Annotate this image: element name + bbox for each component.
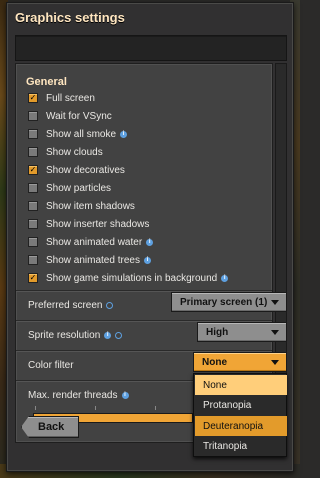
checkbox-icon[interactable] <box>28 183 38 193</box>
option-label: Show game simulations in background <box>46 272 218 284</box>
color-filter-label: Color filter <box>28 360 74 371</box>
option-show-clouds[interactable]: Show clouds <box>28 144 103 160</box>
checkbox-icon[interactable] <box>28 255 38 265</box>
chevron-down-icon <box>271 300 279 305</box>
back-button[interactable]: Back <box>21 416 79 438</box>
option-show-animated-water[interactable]: Show animated water i <box>28 234 154 250</box>
sprite-resolution-dropdown[interactable]: High <box>197 322 287 342</box>
checkbox-checked-icon[interactable]: ✓ <box>28 273 38 283</box>
option-label: Show particles <box>46 182 112 194</box>
sprite-resolution-label: Sprite resolution i <box>28 330 123 341</box>
gear-icon <box>115 332 123 339</box>
info-icon[interactable]: i <box>120 130 128 138</box>
option-show-particles[interactable]: Show particles <box>28 180 111 196</box>
render-threads-text: Max. render threads <box>28 390 118 401</box>
info-icon[interactable]: i <box>146 238 154 246</box>
option-show-decoratives[interactable]: ✓ Show decoratives <box>28 162 125 178</box>
checkbox-icon[interactable] <box>28 129 38 139</box>
color-filter-option-deuteranopia[interactable]: Deuteranopia <box>195 416 287 436</box>
option-show-game-simulations[interactable]: ✓ Show game simulations in background i <box>28 270 229 286</box>
option-label: Wait for VSync <box>46 110 112 122</box>
option-full-screen[interactable]: ✓ Full screen <box>28 90 95 106</box>
info-icon[interactable]: i <box>143 256 151 264</box>
color-filter-option-protanopia[interactable]: Protanopia <box>195 395 287 415</box>
option-label: Full screen <box>46 92 95 104</box>
gear-icon <box>106 302 114 309</box>
sprite-resolution-text: Sprite resolution <box>28 330 101 341</box>
color-filter-option-none[interactable]: None <box>195 375 287 395</box>
checkbox-icon[interactable] <box>28 219 38 229</box>
color-filter-dropdown[interactable]: None <box>193 352 287 372</box>
color-filter-option-tritanopia[interactable]: Tritanopia <box>195 436 287 456</box>
checkbox-icon[interactable] <box>28 147 38 157</box>
option-show-item-shadows[interactable]: Show item shadows <box>28 198 135 214</box>
checkbox-icon[interactable] <box>28 237 38 247</box>
option-label: Show inserter shadows <box>46 218 150 230</box>
window-top-bar <box>15 35 287 61</box>
option-label: Show clouds <box>46 146 103 158</box>
option-show-inserter-shadows[interactable]: Show inserter shadows <box>28 216 149 232</box>
preferred-screen-value: Primary screen (1) <box>180 296 268 308</box>
checkbox-icon[interactable] <box>28 201 38 211</box>
info-icon[interactable]: i <box>104 332 112 339</box>
checkbox-checked-icon[interactable]: ✓ <box>28 165 38 175</box>
checkbox-checked-icon[interactable]: ✓ <box>28 93 38 103</box>
option-label: Show animated water <box>46 236 143 248</box>
graphics-settings-window: Graphics settings General ✓ Full screen … <box>6 2 294 472</box>
section-title-general: General <box>26 76 67 88</box>
option-label: Show item shadows <box>46 200 135 212</box>
chevron-down-icon <box>271 360 279 365</box>
preferred-screen-label: Preferred screen <box>28 300 114 311</box>
option-show-all-smoke[interactable]: Show all smoke i <box>28 126 128 142</box>
preferred-screen-dropdown[interactable]: Primary screen (1) <box>171 292 287 312</box>
option-label: Show decoratives <box>46 164 125 176</box>
render-threads-label: Max. render threads i <box>28 390 129 401</box>
sprite-resolution-value: High <box>206 326 229 338</box>
window-title: Graphics settings <box>15 10 125 25</box>
option-wait-for-vsync[interactable]: Wait for VSync <box>28 108 112 124</box>
option-label: Show animated trees <box>46 254 140 266</box>
checkbox-icon[interactable] <box>28 111 38 121</box>
info-icon[interactable]: i <box>121 392 129 399</box>
preferred-screen-text: Preferred screen <box>28 300 103 311</box>
option-show-animated-trees[interactable]: Show animated trees i <box>28 252 151 268</box>
color-filter-text: Color filter <box>28 360 74 371</box>
chevron-down-icon <box>271 330 279 335</box>
option-label: Show all smoke <box>46 128 117 140</box>
color-filter-value: None <box>202 356 227 368</box>
info-icon[interactable]: i <box>221 274 229 282</box>
color-filter-menu: None Protanopia Deuteranopia Tritanopia <box>193 373 287 457</box>
